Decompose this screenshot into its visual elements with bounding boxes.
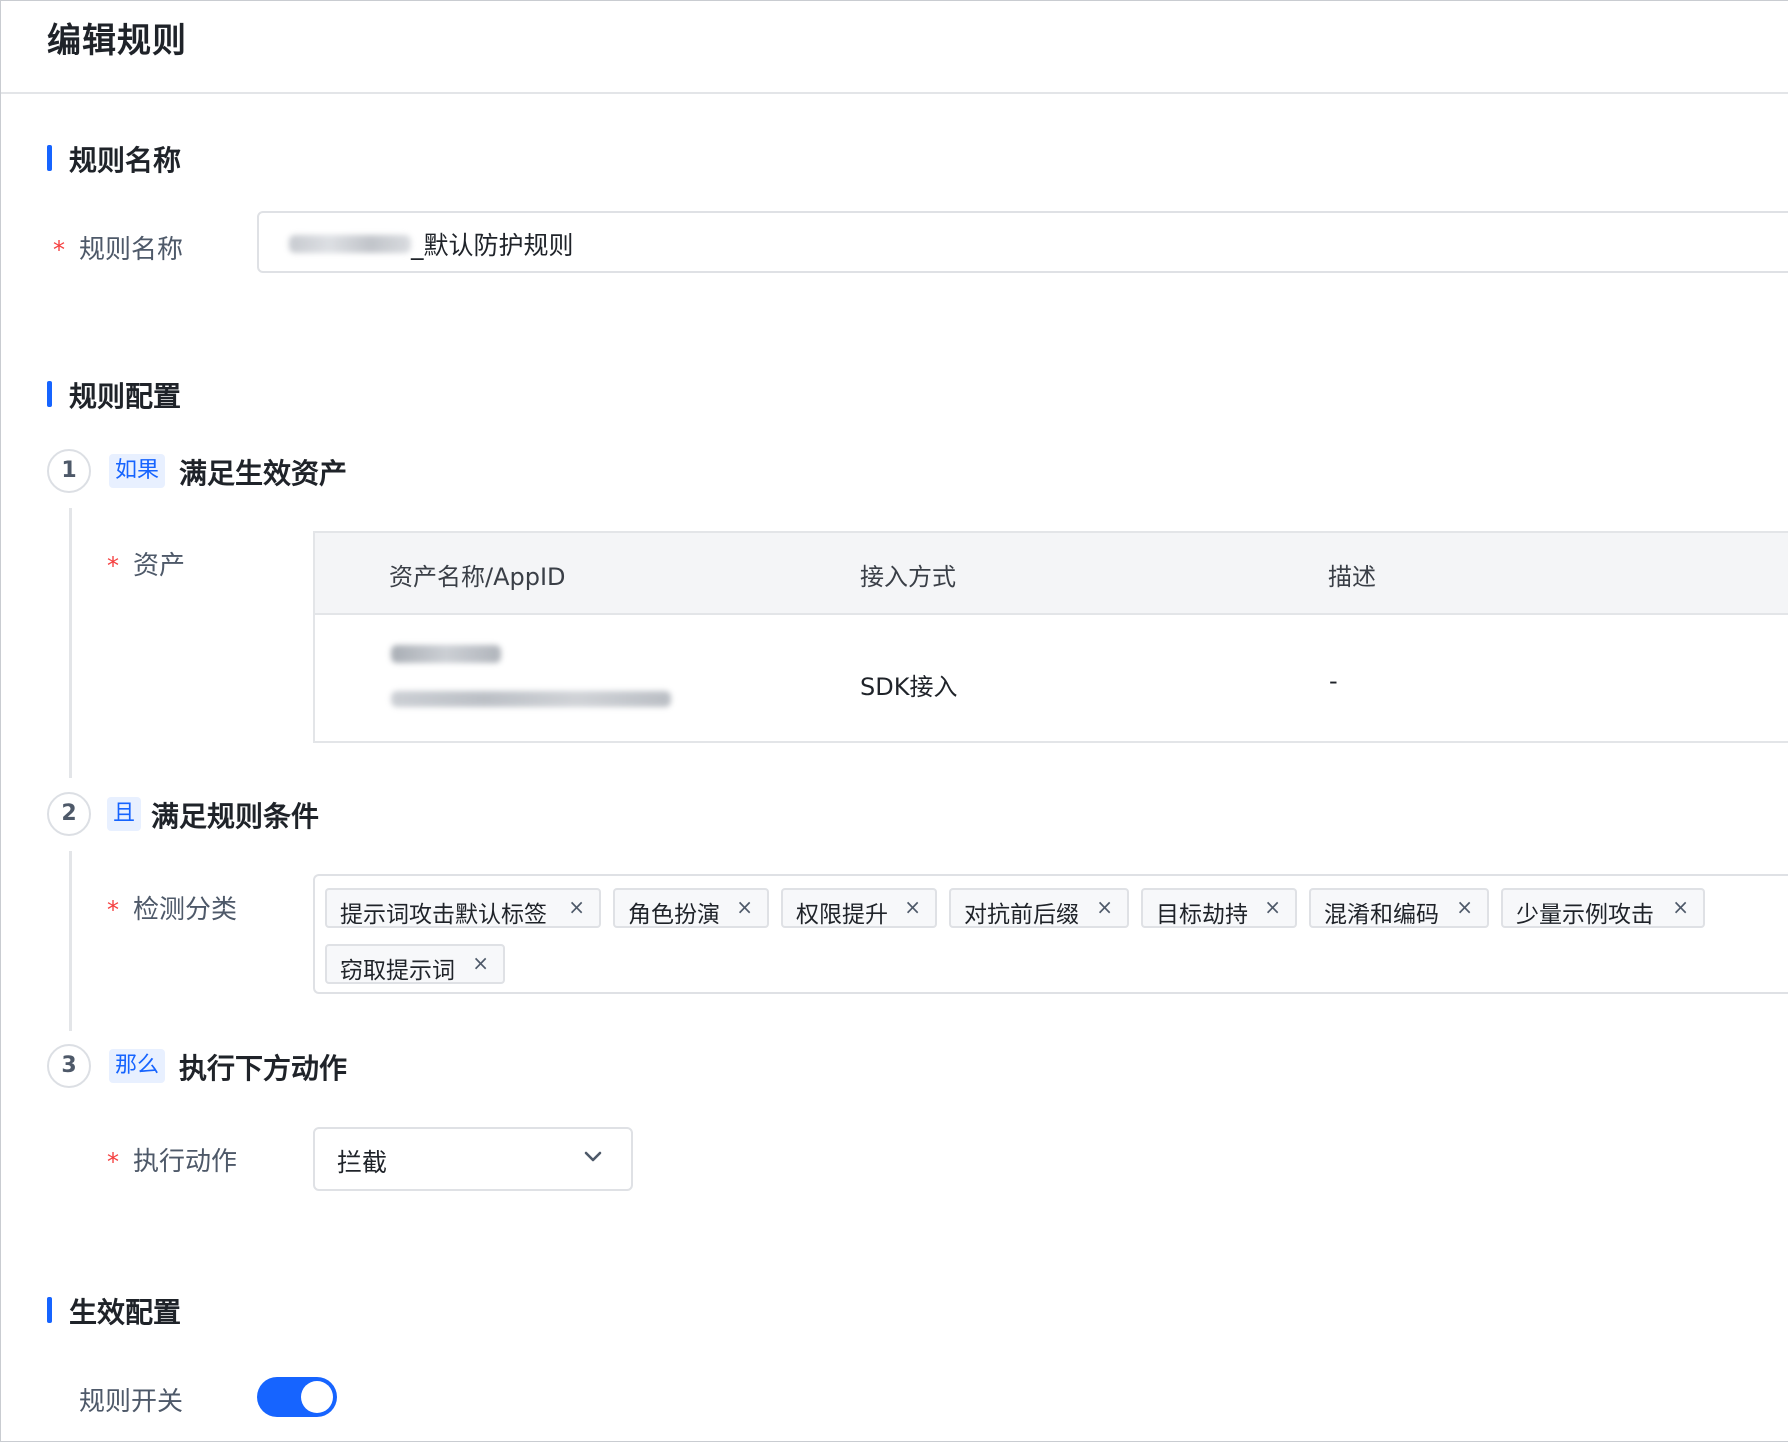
- rule-switch-toggle[interactable]: [257, 1377, 337, 1417]
- asset-table: 资产名称/AppID 接入方式 描述 SDK接入 -: [313, 531, 1788, 743]
- step-title-action: 执行下方动作: [179, 1052, 348, 1085]
- rule-name-input[interactable]: _默认防护规则: [257, 211, 1788, 273]
- required-mark: *: [107, 1148, 119, 1176]
- step-connector-line: [69, 851, 72, 1031]
- tag-close-icon[interactable]: ×: [1264, 895, 1281, 919]
- tag-close-icon[interactable]: ×: [904, 895, 921, 919]
- tag-close-icon[interactable]: ×: [1672, 895, 1689, 919]
- step-tag-then: 那么: [109, 1049, 166, 1083]
- title-divider: [1, 92, 1788, 94]
- tag-prompt-attack-default: 提示词攻击默认标签 ×: [325, 888, 601, 928]
- tag-close-icon[interactable]: ×: [1456, 895, 1473, 919]
- tag-close-icon[interactable]: ×: [472, 951, 489, 975]
- edit-rule-panel: 编辑规则 规则名称 * 规则名称 _默认防护规则 规则配置 1 如果 满足生效资产…: [0, 0, 1788, 1442]
- toggle-knob: [301, 1381, 333, 1413]
- tag-role-play: 角色扮演 ×: [613, 888, 769, 928]
- step-title-assets: 满足生效资产: [179, 457, 348, 490]
- step-number-3: 3: [47, 1044, 91, 1088]
- rule-name-label: * 规则名称: [53, 235, 184, 265]
- section-accent-bar: [47, 381, 52, 407]
- tag-privilege-escalation: 权限提升 ×: [781, 888, 937, 928]
- asset-description: -: [1329, 667, 1338, 695]
- column-header-description: 描述: [1328, 563, 1376, 591]
- chevron-down-icon: [583, 1149, 603, 1168]
- required-mark: *: [107, 896, 119, 924]
- tag-close-icon[interactable]: ×: [568, 895, 585, 919]
- detection-category-select[interactable]: 提示词攻击默认标签 × 角色扮演 × 权限提升 × 对抗前后缀 × 目标劫持 ×…: [313, 874, 1788, 994]
- redacted-app-id: [391, 691, 671, 707]
- rule-switch-label: 规则开关: [79, 1387, 184, 1417]
- step-title-conditions: 满足规则条件: [151, 800, 320, 833]
- redacted-asset-name: [391, 645, 501, 663]
- action-select[interactable]: 拦截: [313, 1127, 633, 1191]
- page-title: 编辑规则: [47, 21, 187, 61]
- step-tag-and: 且: [107, 797, 142, 831]
- column-header-asset-name: 资产名称/AppID: [389, 563, 566, 591]
- asset-access-mode: SDK接入: [860, 673, 958, 701]
- rule-name-value: _默认防护规则: [411, 231, 574, 260]
- required-mark: *: [107, 552, 119, 580]
- table-header: 资产名称/AppID 接入方式 描述: [315, 533, 1788, 615]
- column-header-access-mode: 接入方式: [860, 563, 956, 591]
- redacted-asset-prefix: [289, 235, 411, 253]
- step-number-1: 1: [47, 449, 91, 493]
- step-connector-line: [69, 508, 72, 778]
- required-mark: *: [53, 236, 65, 264]
- action-label: * 执行动作: [107, 1147, 238, 1177]
- section-accent-bar: [47, 145, 52, 171]
- tag-goal-hijacking: 目标劫持 ×: [1141, 888, 1297, 928]
- step-tag-if: 如果: [109, 454, 166, 488]
- tag-close-icon[interactable]: ×: [1096, 895, 1113, 919]
- tag-adversarial-affix: 对抗前后缀 ×: [949, 888, 1129, 928]
- tag-obfuscation-encoding: 混淆和编码 ×: [1309, 888, 1489, 928]
- step-number-2: 2: [47, 792, 91, 836]
- action-select-value: 拦截: [337, 1148, 388, 1177]
- section-accent-bar: [47, 1297, 52, 1323]
- tag-close-icon[interactable]: ×: [736, 895, 753, 919]
- tag-few-shot-attack: 少量示例攻击 ×: [1501, 888, 1705, 928]
- detection-category-label: * 检测分类: [107, 895, 238, 925]
- tag-prompt-stealing: 窃取提示词 ×: [325, 944, 505, 984]
- asset-label: * 资产: [107, 551, 186, 581]
